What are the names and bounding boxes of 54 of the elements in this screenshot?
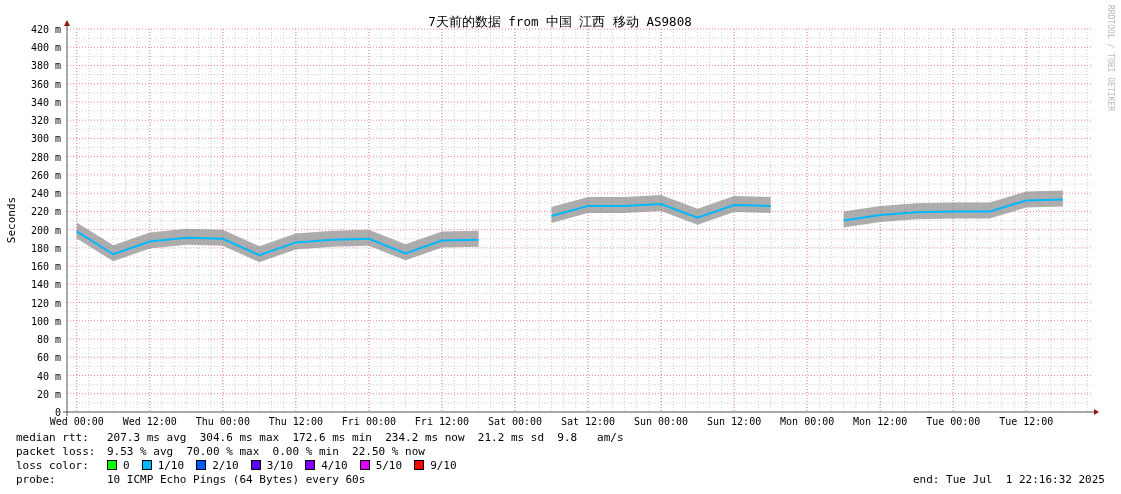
stat-label: median rtt: (16, 430, 90, 444)
end-time: end: Tue Jul 1 22:16:32 2025 (912, 472, 1105, 486)
axis-label: Tue 12:00 (999, 416, 1054, 427)
legend-label: 1/10 (157, 458, 185, 472)
stat-value: 207.3 ms avg 304.6 ms max 172.6 ms min 234.2 ms now 21.2 ms sd 9.8 am/s (107, 430, 624, 444)
axis-label: 300 m (30, 133, 61, 145)
axis-label: 240 m (30, 188, 61, 200)
axis-label: Wed 00:00 (49, 416, 104, 427)
axis-label: 60 m (36, 352, 61, 364)
axis-label: 200 m (30, 224, 61, 236)
axis-label: Mon 12:00 (853, 416, 908, 427)
legend-label: 9/10 (430, 458, 457, 472)
axis-label: 280 m (30, 151, 61, 163)
legend-label: 3/10 (266, 458, 294, 472)
axis-label: 380 m (30, 60, 61, 72)
axis-label: 20 m (36, 388, 61, 400)
axis-label: Sun 00:00 (633, 416, 689, 427)
axis-label: 100 m (30, 315, 61, 327)
axis-label: Sat 00:00 (487, 416, 543, 427)
axis-label: 340 m (30, 96, 61, 108)
axis-label: 220 m (30, 206, 61, 218)
axis-label: 400 m (30, 42, 61, 54)
axis-label: Sun 12:00 (707, 416, 762, 427)
legend-label: 0 (123, 458, 130, 472)
axis-label: 160 m (30, 261, 61, 273)
axis-label: Wed 12:00 (122, 416, 177, 427)
legend-label: 2/10 (212, 458, 239, 472)
credit-text: RRDTOOL / TOBI OETIKER (1106, 5, 1115, 111)
axis-title: Seconds (5, 196, 18, 244)
legend-label: 4/10 (321, 458, 348, 472)
axis-label: 40 m (36, 370, 61, 382)
stat-value: 9.53 % avg 70.00 % max 0.00 % min 22.50 % now (107, 444, 425, 458)
chart-title: 7天前的数据 from 中国 江西 移动 AS9808 (428, 14, 692, 29)
axis-label: 120 m (30, 297, 61, 309)
axis-label: Thu 00:00 (195, 416, 250, 427)
stat-value: 10 ICMP Echo Pings (64 Bytes) every 60s (107, 472, 366, 486)
legend-label: 5/10 (375, 458, 403, 472)
stat-label: loss color: (16, 458, 90, 472)
stat-label: packet loss: (16, 444, 97, 458)
axis-label: 0 (54, 407, 61, 418)
axis-label: Tue 00:00 (926, 416, 981, 427)
axis-label: 260 m (30, 169, 61, 181)
axis-label: Fri 00:00 (341, 416, 396, 427)
axis-label: Thu 12:00 (268, 416, 323, 427)
axis-label: Mon 00:00 (780, 416, 835, 427)
axis-label: 140 m (30, 279, 61, 291)
axis-label: 80 m (36, 334, 61, 346)
axis-label: 320 m (30, 115, 61, 127)
axis-label: Fri 12:00 (414, 416, 470, 427)
axis-label: 180 m (30, 242, 61, 254)
axis-label: 420 m (30, 24, 61, 35)
axis-label: Sat 12:00 (560, 416, 616, 427)
axis-label: 360 m (30, 78, 61, 90)
stat-label: probe: (16, 472, 57, 486)
